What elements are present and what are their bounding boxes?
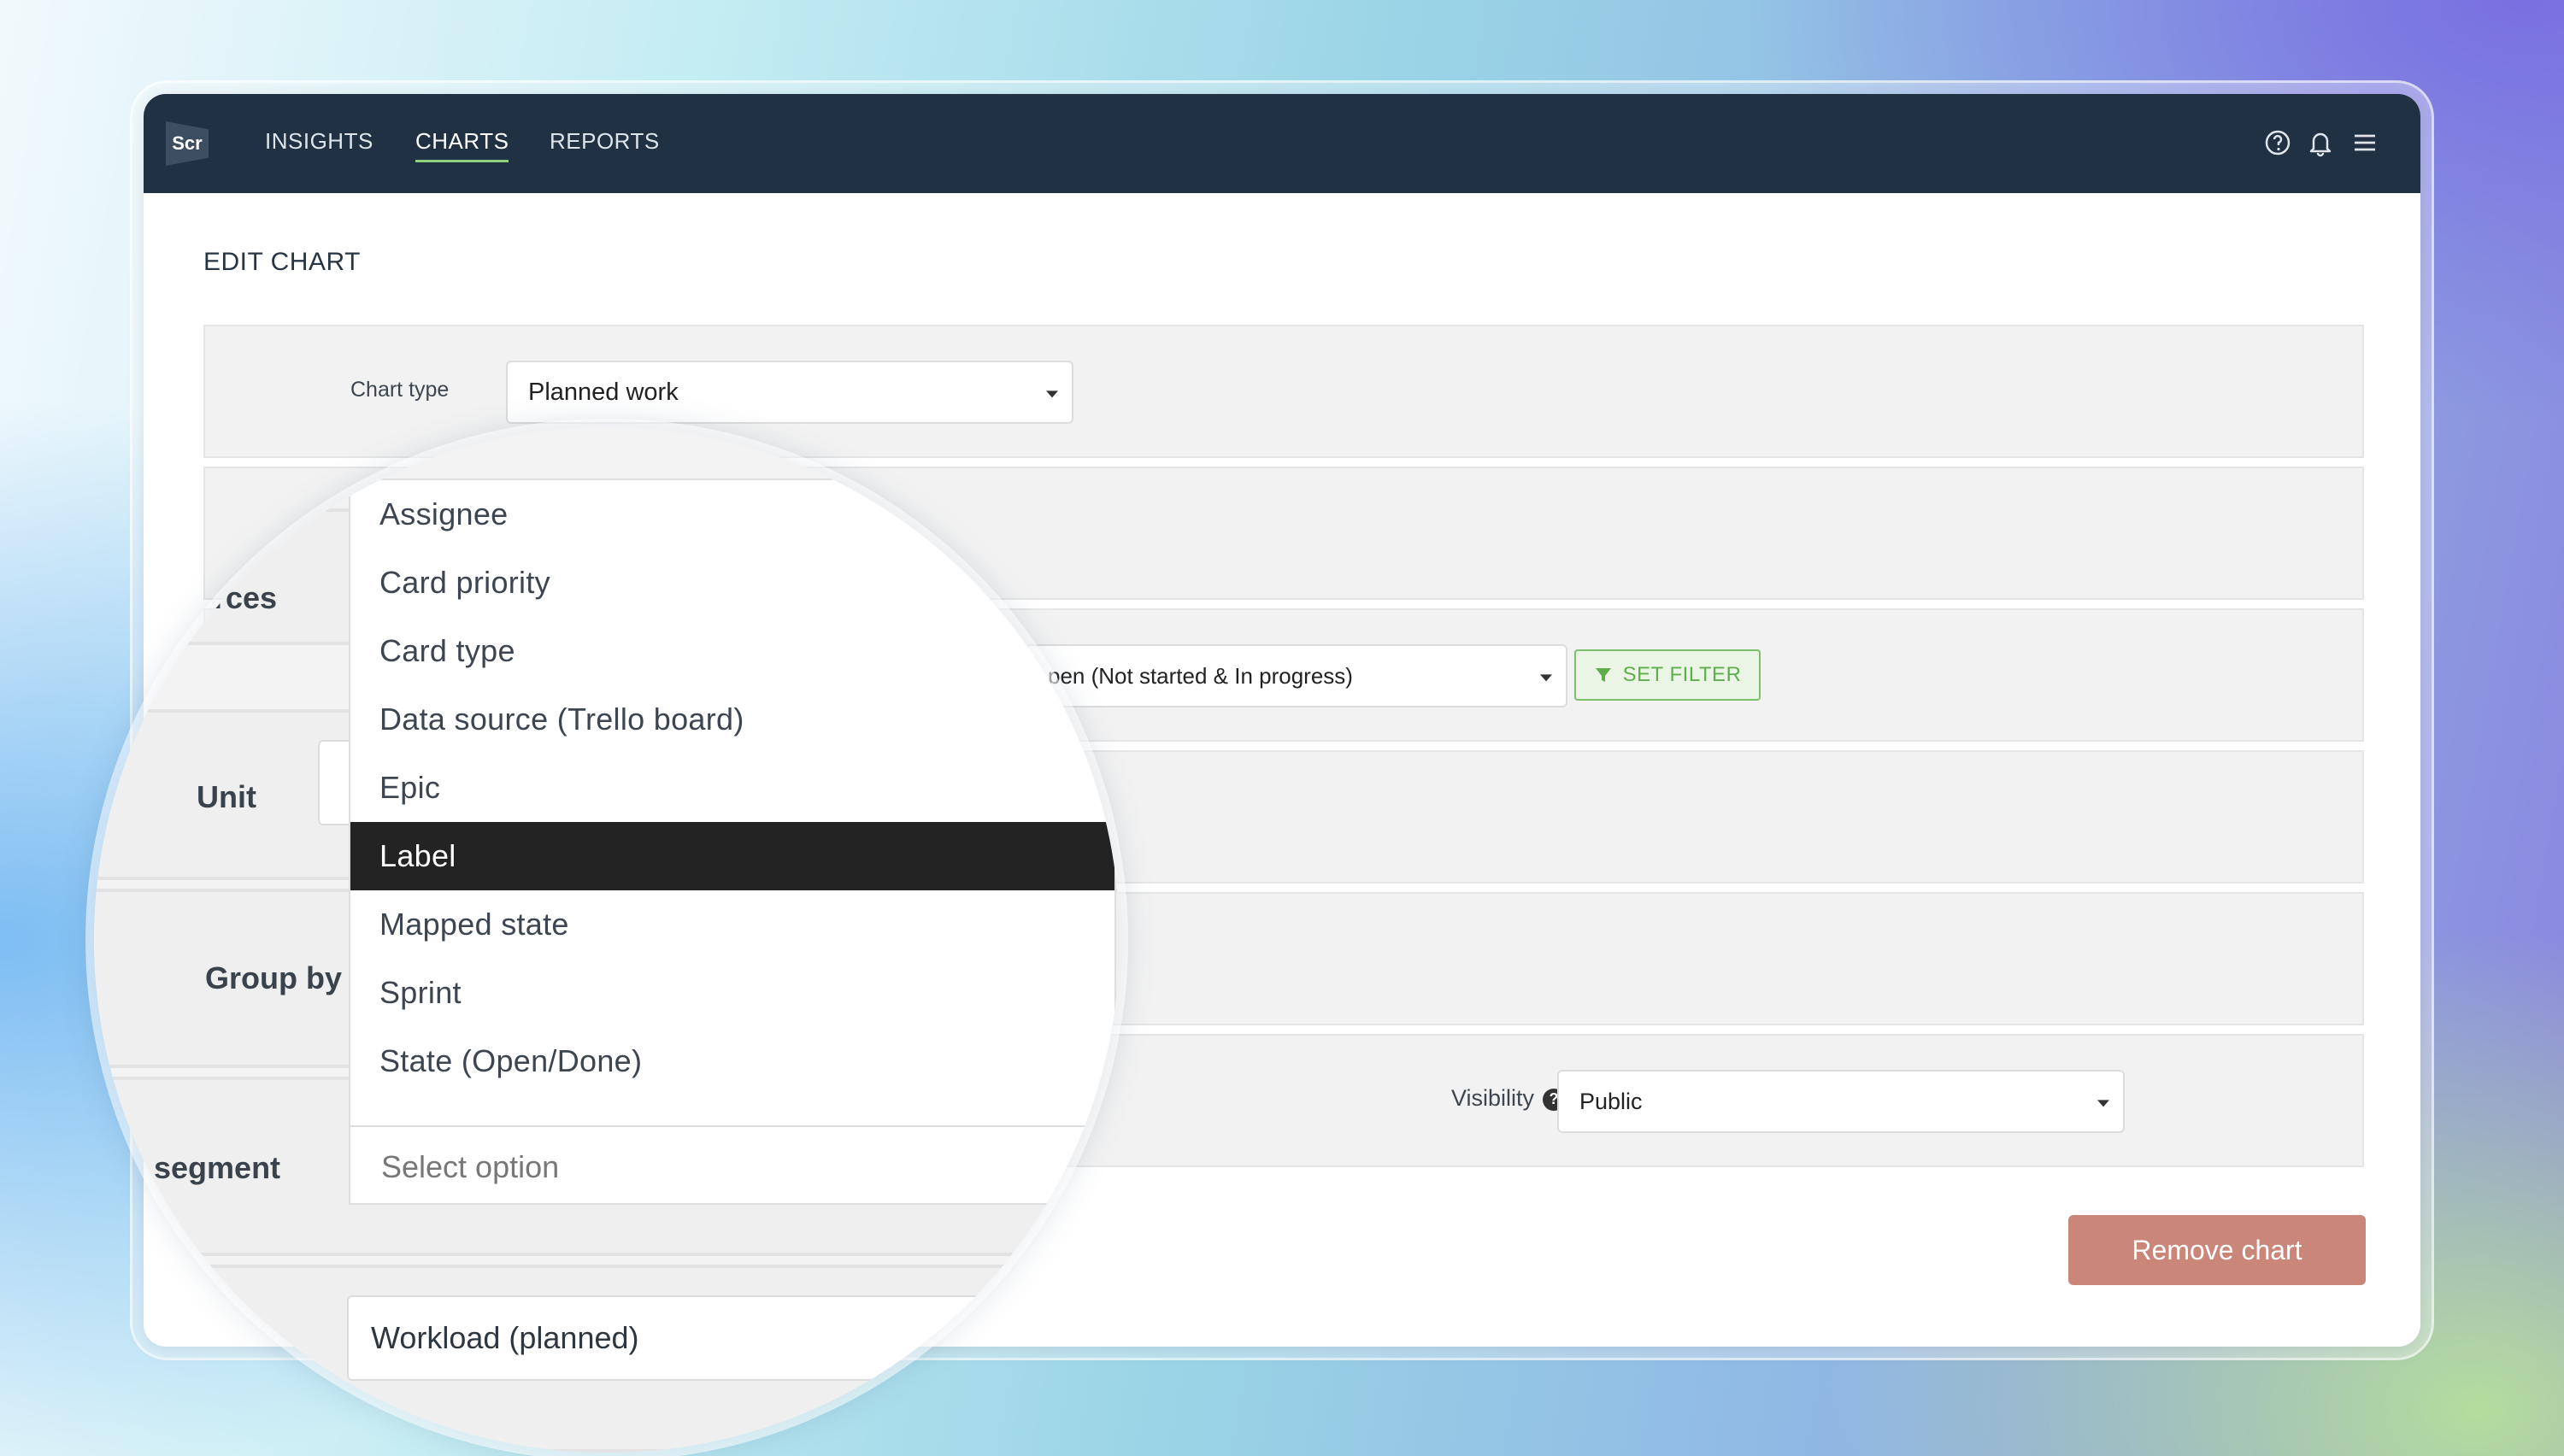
option-state-open-done[interactable]: State (Open/Done) [350,1027,1114,1095]
chevron-down-icon [1540,674,1552,682]
metric-select[interactable]: Workload (planned) [347,1295,1116,1381]
chevron-down-icon [2097,1100,2109,1107]
option-card-priority[interactable]: Card priority [350,549,1114,617]
set-filter-label: SET FILTER [1622,663,1742,686]
chart-type-select[interactable]: Planned work [506,361,1073,424]
nav-insights[interactable]: INSIGHTS [265,128,373,155]
nav-charts[interactable]: CHARTS [415,128,509,162]
option-mapped-state[interactable]: Mapped state [350,890,1114,959]
chevron-down-icon [1046,390,1058,398]
option-assignee[interactable]: Assignee [350,480,1114,549]
option-card-type[interactable]: Card type [350,617,1114,685]
remove-chart-button[interactable]: Remove chart [2068,1215,2366,1285]
option-epic[interactable]: Epic [350,754,1114,822]
magnifier-lens: ırces Unit Group by segment Workload (pl… [94,427,1120,1453]
filter-icon [1595,668,1611,682]
sources-label: ırces [205,580,278,615]
set-filter-button[interactable]: SET FILTER [1574,649,1761,701]
visibility-label: Visibility? [1451,1085,1566,1112]
mag-row-metric: Workload (planned) [94,1265,1120,1453]
top-navbar: Scr INSIGHTS CHARTS REPORTS [144,94,2420,193]
unit-label: Unit [197,779,256,814]
visibility-select[interactable]: Public [1557,1070,2125,1133]
help-icon[interactable] [2263,128,2292,157]
option-data-source[interactable]: Data source (Trello board) [350,685,1114,754]
chart-type-value: Planned work [528,378,679,406]
group-by-dropdown: Assignee Card priority Card type Data so… [349,478,1116,1205]
chart-type-label: Chart type [350,378,450,402]
option-label[interactable]: Label [350,822,1114,890]
option-sprint[interactable]: Sprint [350,959,1114,1027]
hamburger-menu-icon[interactable] [2350,128,2379,157]
visibility-value: Public [1579,1088,1643,1114]
app-logo[interactable]: Scr [166,121,209,166]
metric-value: Workload (planned) [371,1320,639,1355]
segment-label: segment [154,1150,281,1185]
nav-reports[interactable]: REPORTS [550,128,660,155]
bell-icon[interactable] [2306,128,2335,157]
group-by-label: Group by [205,960,342,995]
page-title: EDIT CHART [203,248,361,276]
dropdown-search-input[interactable]: Select option [350,1125,1114,1206]
